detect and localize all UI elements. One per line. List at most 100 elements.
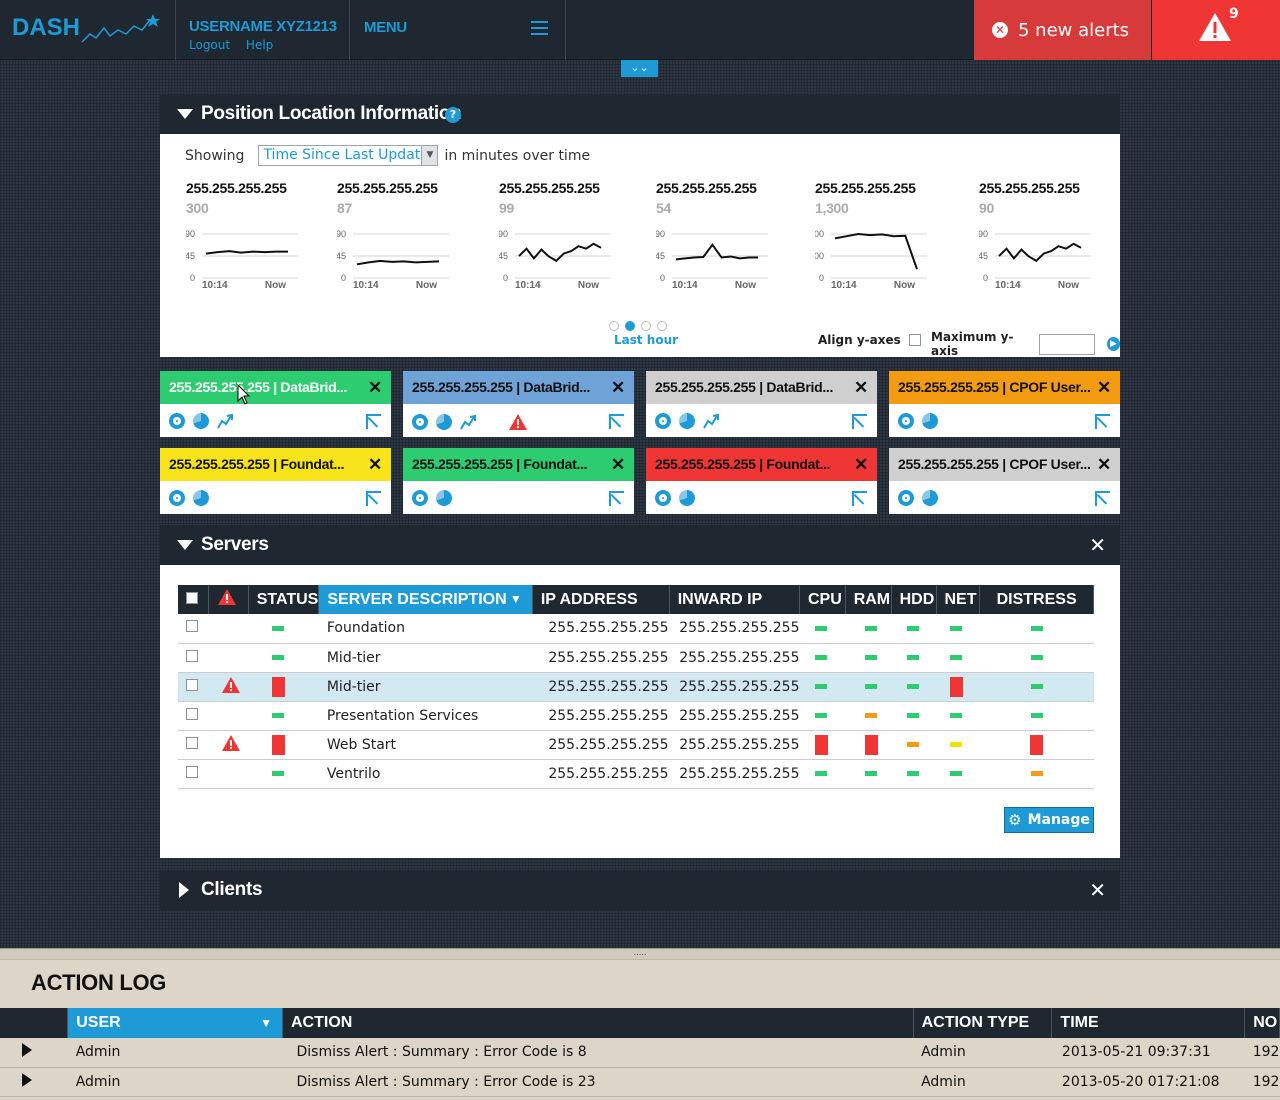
pager-dot-active[interactable] — [625, 321, 635, 331]
row-ip-address[interactable]: 255.255.255.255 — [532, 614, 670, 644]
popout-icon[interactable] — [852, 491, 867, 506]
pager-dot[interactable] — [609, 321, 619, 331]
warnings-button[interactable]: 9 — [1152, 0, 1280, 60]
pie-chart-icon[interactable] — [679, 490, 695, 506]
row-inward-ip[interactable]: 255.255.255.255 — [669, 643, 800, 673]
column-ip-address[interactable]: IP ADDRESS — [532, 585, 670, 614]
column-net[interactable]: NET — [936, 585, 981, 614]
popout-icon[interactable] — [1095, 491, 1110, 506]
server-tile[interactable]: 255.255.255.255 | Foundat... ✕ — [403, 448, 634, 514]
server-tile-header[interactable]: 255.255.255.255 | DataBrid... ✕ — [160, 371, 391, 404]
server-row[interactable]: Web Start 255.255.255.255 255.255.255.25… — [178, 730, 1094, 760]
row-checkbox[interactable] — [186, 736, 198, 749]
server-tile[interactable]: 255.255.255.255 | Foundat... ✕ — [160, 448, 391, 514]
server-row[interactable]: Ventrilo 255.255.255.255 255.255.255.255 — [178, 759, 1094, 789]
pager-dot[interactable] — [641, 321, 651, 331]
close-icon[interactable]: ✕ — [1089, 878, 1106, 902]
server-tile-header[interactable]: 255.255.255.255 | Foundat... ✕ — [403, 448, 634, 481]
server-row[interactable]: Mid-tier 255.255.255.255 255.255.255.255 — [178, 643, 1094, 673]
close-icon[interactable]: ✕ — [1097, 448, 1111, 481]
expand-arrow-icon[interactable] — [22, 1043, 32, 1058]
align-y-axes-checkbox[interactable] — [908, 334, 921, 346]
popout-icon[interactable] — [609, 491, 624, 506]
row-checkbox[interactable] — [186, 678, 198, 691]
pie-chart-icon[interactable] — [679, 413, 695, 429]
column-inward-ip[interactable]: INWARD IP — [669, 585, 800, 614]
log-row[interactable]: Admin Dismiss Alert : Summary : Error Co… — [0, 1067, 1280, 1097]
column-status[interactable]: STATUS — [248, 585, 320, 614]
gear-icon[interactable] — [898, 490, 914, 506]
column-time[interactable]: TIME — [1051, 1008, 1246, 1038]
server-tile[interactable]: 255.255.255.255 | CPOF User... ✕ — [889, 371, 1120, 437]
go-arrow-icon[interactable]: ▶ — [1106, 337, 1120, 351]
pager-dot[interactable] — [657, 321, 667, 331]
new-alerts-button[interactable]: ✕ 5 new alerts — [974, 0, 1151, 60]
row-checkbox[interactable] — [186, 707, 198, 720]
gear-icon[interactable] — [169, 413, 185, 429]
help-icon[interactable]: ? — [445, 107, 461, 123]
column-ram[interactable]: RAM — [845, 585, 892, 614]
expand-arrow-icon[interactable] — [22, 1072, 32, 1087]
popout-icon[interactable] — [1095, 414, 1110, 429]
pie-chart-icon[interactable] — [193, 413, 209, 429]
sparkline-card[interactable]: 255.255.255.255 87 90 45 0 10:14 Now — [337, 180, 477, 310]
column-user[interactable]: USER ▼ — [67, 1008, 283, 1038]
close-icon[interactable]: ✕ — [1089, 533, 1106, 557]
logout-link[interactable]: Logout — [189, 38, 230, 52]
server-row[interactable]: Mid-tier 255.255.255.255 255.255.255.255 — [178, 672, 1094, 702]
server-tile[interactable]: 255.255.255.255 | CPOF User... ✕ — [889, 448, 1120, 514]
row-ip-address[interactable]: 255.255.255.255 — [532, 730, 670, 760]
close-icon[interactable]: ✕ — [854, 371, 868, 404]
row-ip-address[interactable]: 255.255.255.255 — [532, 701, 670, 731]
row-checkbox[interactable] — [186, 649, 198, 662]
expand-dropdown-tab[interactable]: ⌄⌄ — [621, 60, 658, 77]
close-icon[interactable]: ✕ — [611, 371, 625, 404]
sparkline-card[interactable]: 255.255.255.255 99 90 45 0 10:14 Now — [499, 180, 639, 310]
resize-handle[interactable]: ..... — [0, 948, 1280, 960]
pie-chart-icon[interactable] — [436, 490, 452, 506]
pie-chart-icon[interactable] — [922, 413, 938, 429]
gear-icon[interactable] — [169, 490, 185, 506]
row-inward-ip[interactable]: 255.255.255.255 — [669, 701, 800, 731]
close-icon[interactable]: ✕ — [368, 371, 382, 404]
log-row[interactable]: Admin Dismiss Alert : Summary : Error Co… — [0, 1038, 1280, 1068]
close-icon[interactable]: ✕ — [368, 448, 382, 481]
max-y-axis-input[interactable] — [1038, 333, 1095, 355]
server-tile-header[interactable]: 255.255.255.255 | CPOF User... ✕ — [889, 448, 1120, 481]
popout-icon[interactable] — [609, 414, 624, 429]
server-tile[interactable]: 255.255.255.255 | DataBrid... ✕ — [403, 371, 634, 437]
collapse-triangle-icon[interactable] — [177, 540, 193, 550]
manage-button[interactable]: ⚙ Manage — [1004, 807, 1094, 833]
server-tile[interactable]: 255.255.255.255 | DataBrid... ✕ — [160, 371, 391, 437]
server-tile-header[interactable]: 255.255.255.255 | Foundat... ✕ — [160, 448, 391, 481]
server-tile-header[interactable]: 255.255.255.255 | Foundat... ✕ — [646, 448, 877, 481]
column-action[interactable]: ACTION — [282, 1008, 914, 1038]
server-row[interactable]: Foundation 255.255.255.255 255.255.255.2… — [178, 614, 1094, 644]
popout-icon[interactable] — [366, 414, 381, 429]
row-ip-address[interactable]: 255.255.255.255 — [532, 672, 670, 702]
clients-panel-header[interactable]: Clients ✕ — [160, 870, 1120, 910]
row-inward-ip[interactable]: 255.255.255.255 — [669, 614, 800, 644]
hamburger-menu-icon[interactable] — [531, 21, 548, 35]
sparkline-card[interactable]: 255.255.255.255 300 90 45 0 10:14 Now — [186, 180, 326, 310]
column-distress[interactable]: DISTRESS — [979, 585, 1094, 614]
server-tile[interactable]: 255.255.255.255 | Foundat... ✕ — [646, 448, 877, 514]
gear-icon[interactable] — [412, 490, 428, 506]
server-tile[interactable]: 255.255.255.255 | DataBrid... ✕ — [646, 371, 877, 437]
sparkline-card[interactable]: 255.255.255.255 1,300 200 100 0 10:14 Now — [815, 180, 955, 310]
column-no[interactable]: NO — [1244, 1008, 1280, 1038]
gear-icon[interactable] — [898, 413, 914, 429]
row-ip-address[interactable]: 255.255.255.255 — [532, 643, 670, 673]
close-icon[interactable]: ✕ — [1097, 371, 1111, 404]
pie-chart-icon[interactable] — [193, 490, 209, 506]
last-hour-link[interactable]: Last hour — [614, 333, 678, 347]
sparkline-card[interactable]: 255.255.255.255 54 90 45 0 10:14 Now — [656, 180, 796, 310]
popout-icon[interactable] — [366, 491, 381, 506]
row-ip-address[interactable]: 255.255.255.255 — [532, 759, 670, 789]
pie-chart-icon[interactable] — [436, 414, 452, 430]
metric-select[interactable]: Time Since Last Update ▼ — [258, 145, 439, 166]
sparkline-card[interactable]: 255.255.255.255 90 90 45 0 10:14 Now — [979, 180, 1119, 310]
server-tile-header[interactable]: 255.255.255.255 | DataBrid... ✕ — [403, 371, 634, 404]
close-icon[interactable]: ✕ — [611, 448, 625, 481]
close-icon[interactable]: ✕ — [854, 448, 868, 481]
